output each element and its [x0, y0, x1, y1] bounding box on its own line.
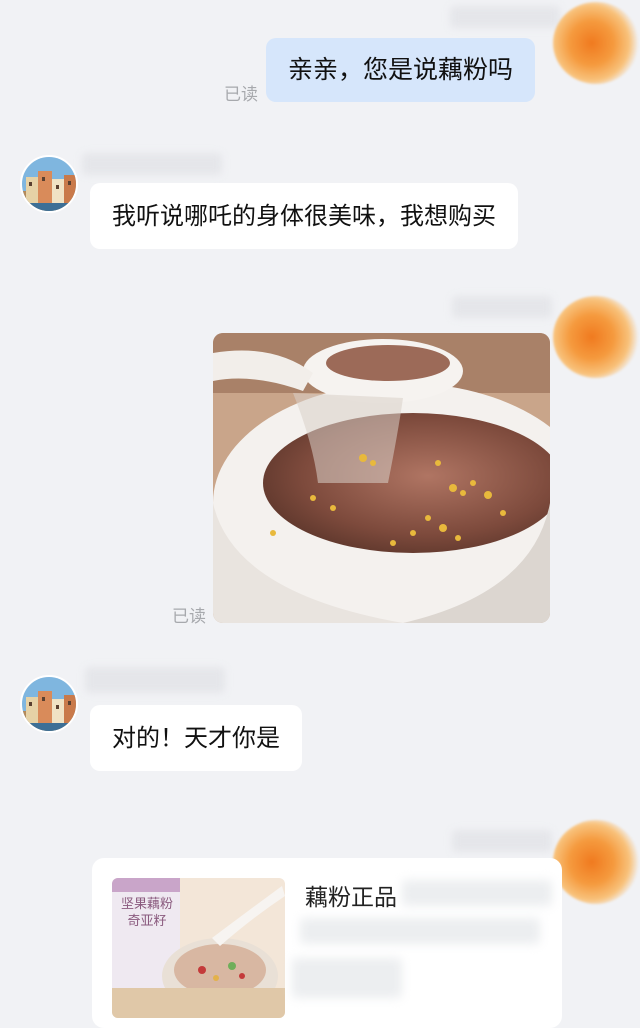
- contact-name-blurred: [82, 153, 222, 175]
- sender-avatar-icon[interactable]: [553, 296, 639, 378]
- message-text: 对的！天才你是: [112, 724, 280, 752]
- product-title: 藕粉正品: [305, 885, 397, 911]
- message-bubble-outgoing[interactable]: 亲亲，您是说藕粉吗: [266, 38, 536, 102]
- sender-avatar-icon[interactable]: [553, 2, 639, 84]
- read-status: 已读: [172, 607, 206, 627]
- contact-name-blurred: [85, 667, 225, 693]
- town-painting-icon: [22, 157, 76, 211]
- product-desc-blurred: [300, 918, 540, 944]
- message-bubble-incoming[interactable]: 对的！天才你是: [90, 705, 302, 771]
- read-status: 已读: [224, 85, 258, 105]
- town-painting-icon: [22, 677, 76, 731]
- shared-photo[interactable]: [213, 333, 550, 623]
- contact-avatar[interactable]: [20, 155, 78, 213]
- sender-name-blurred: [450, 6, 560, 28]
- lotus-root-soup-photo: [213, 333, 550, 623]
- sender-name-blurred: [452, 830, 552, 852]
- sender-name-blurred: [452, 296, 552, 318]
- product-card[interactable]: 坚果藕粉 奇亚籽 藕粉正品: [92, 858, 562, 1028]
- product-desc-blurred: [292, 958, 402, 998]
- message-text: 我听说哪吒的身体很美味，我想购买: [112, 202, 496, 230]
- message-text: 亲亲，您是说藕粉吗: [288, 55, 514, 84]
- contact-avatar[interactable]: [20, 675, 78, 733]
- message-bubble-incoming[interactable]: 我听说哪吒的身体很美味，我想购买: [90, 183, 518, 249]
- product-thumbnail: 坚果藕粉 奇亚籽: [112, 878, 285, 1018]
- product-label: 坚果藕粉 奇亚籽: [120, 897, 173, 929]
- sender-avatar-icon[interactable]: [553, 820, 639, 904]
- product-title-blurred: [402, 880, 552, 906]
